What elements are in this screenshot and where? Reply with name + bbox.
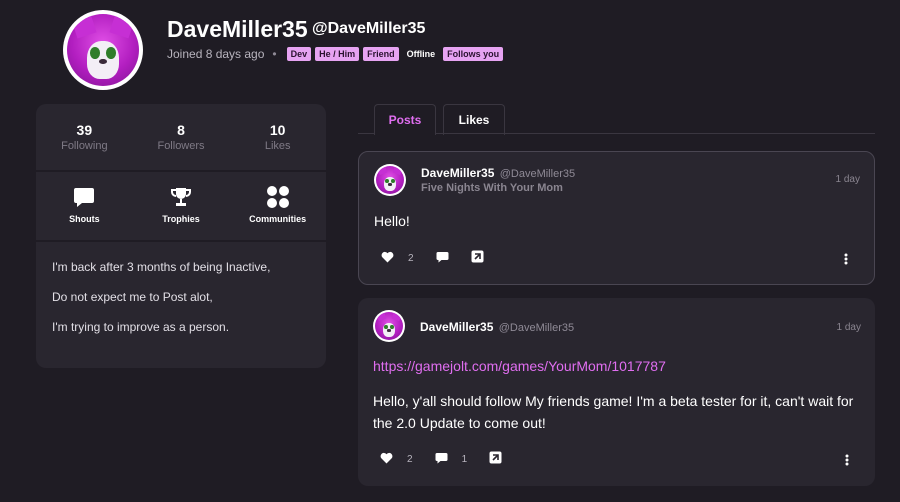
share-button[interactable] xyxy=(471,250,484,266)
post-author-name: DaveMiller35 xyxy=(420,320,494,334)
trophies-label: Trophies xyxy=(162,214,200,224)
bio-line: I'm back after 3 months of being Inactiv… xyxy=(52,260,271,274)
share-icon xyxy=(489,451,502,467)
shouts-label: Shouts xyxy=(69,214,100,224)
post-author-handle: @DaveMiller35 xyxy=(499,168,576,180)
share-button[interactable] xyxy=(489,451,502,467)
like-button[interactable]: 2 xyxy=(381,251,414,266)
bio-line: I'm trying to improve as a person. xyxy=(52,320,230,334)
post-link[interactable]: https://gamejolt.com/games/YourMom/10177… xyxy=(373,358,666,374)
tag-dev: Dev xyxy=(286,47,312,61)
tag-follows-you: Follows you xyxy=(443,47,504,61)
communities-button[interactable]: Communities xyxy=(229,172,326,240)
post-author-name: DaveMiller35 xyxy=(421,166,495,180)
communities-label: Communities xyxy=(249,214,307,224)
post-author-handle: @DaveMiller35 xyxy=(498,322,575,334)
more-options-icon[interactable] xyxy=(845,453,849,471)
post-timestamp: 1 day xyxy=(835,174,860,185)
post-body: Hello! xyxy=(374,213,410,229)
profile-stats: 39 Following 8 Followers 10 Likes xyxy=(36,104,326,172)
profile-avatar[interactable] xyxy=(63,10,143,90)
tab-posts[interactable]: Posts xyxy=(374,104,436,135)
separator-dot: • xyxy=(272,47,277,61)
communities-icon xyxy=(229,186,326,208)
avatar-image xyxy=(375,312,403,340)
comment-icon xyxy=(435,452,448,467)
post-author-avatar[interactable] xyxy=(373,310,405,342)
trophies-button[interactable]: Trophies xyxy=(133,172,230,240)
shouts-button[interactable]: Shouts xyxy=(36,172,133,240)
stat-followers-value: 8 xyxy=(177,122,185,138)
comment-button[interactable]: 1 xyxy=(435,452,468,467)
more-options-icon[interactable] xyxy=(844,252,848,270)
profile-tabs: Posts Likes xyxy=(358,104,875,135)
share-icon xyxy=(471,250,484,266)
post-body: Hello, y'all should follow My friends ga… xyxy=(373,393,854,431)
like-count: 2 xyxy=(408,252,414,264)
avatar-image xyxy=(67,14,139,86)
stat-following[interactable]: 39 Following xyxy=(36,104,133,170)
like-count: 2 xyxy=(407,453,413,465)
post-card[interactable]: DaveMiller35 @DaveMiller35 Five Nights W… xyxy=(358,151,875,285)
stat-likes[interactable]: 10 Likes xyxy=(229,104,326,170)
post-author-avatar[interactable] xyxy=(374,164,406,196)
stat-followers-label: Followers xyxy=(157,140,205,152)
avatar-image xyxy=(376,166,404,194)
comment-button[interactable] xyxy=(436,251,449,266)
post-timestamp: 1 day xyxy=(836,322,861,333)
post-game-link[interactable]: Five Nights With Your Mom xyxy=(421,182,563,194)
comment-count: 1 xyxy=(461,453,468,465)
speech-bubble-icon xyxy=(36,186,133,208)
profile-display-name: DaveMiller35 xyxy=(167,16,308,42)
stat-following-label: Following xyxy=(61,140,108,152)
tab-likes[interactable]: Likes xyxy=(443,104,505,135)
profile-sidebar-card: 39 Following 8 Followers 10 Likes Shouts… xyxy=(36,104,326,368)
post-actions: 2 1 xyxy=(380,451,524,467)
heart-icon xyxy=(380,452,393,467)
trophy-icon xyxy=(133,186,230,208)
post-author[interactable]: DaveMiller35 @DaveMiller35 xyxy=(421,166,575,180)
status-offline: Offline xyxy=(406,49,436,59)
post-actions: 2 xyxy=(381,250,506,266)
bio-line: Do not expect me to Post alot, xyxy=(52,290,213,304)
stat-likes-label: Likes xyxy=(264,140,291,152)
tag-friend: Friend xyxy=(363,47,399,61)
stat-followers[interactable]: 8 Followers xyxy=(133,104,230,170)
post-card[interactable]: DaveMiller35 @DaveMiller35 1 day https:/… xyxy=(358,298,875,486)
profile-meta: Joined 8 days ago • Dev He / Him Friend … xyxy=(167,47,504,61)
profile-quick-links: Shouts Trophies Communities xyxy=(36,172,326,242)
stat-following-value: 39 xyxy=(76,122,93,138)
comment-icon xyxy=(436,251,449,266)
post-author[interactable]: DaveMiller35 @DaveMiller35 xyxy=(420,320,574,334)
tag-pronouns: He / Him xyxy=(315,47,360,61)
stat-likes-value: 10 xyxy=(269,122,286,138)
profile-username: @DaveMiller35 xyxy=(312,20,426,37)
like-button[interactable]: 2 xyxy=(380,452,413,467)
joined-date: Joined 8 days ago xyxy=(167,47,265,61)
profile-bio: I'm back after 3 months of being Inactiv… xyxy=(36,242,326,368)
heart-icon xyxy=(381,251,394,266)
